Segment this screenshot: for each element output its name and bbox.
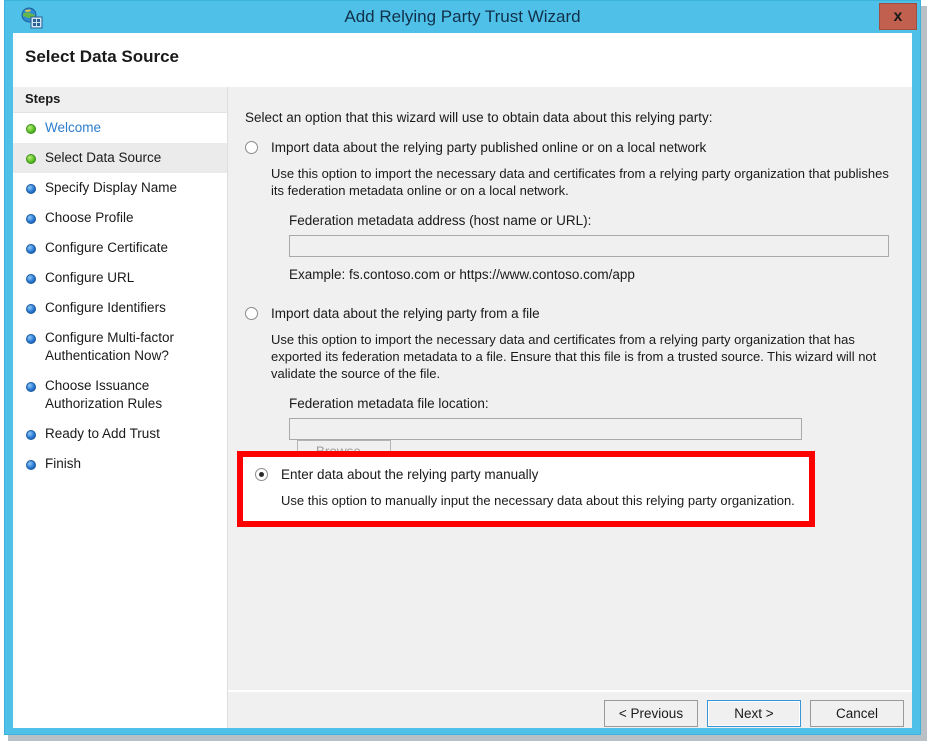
radio-label-import-file: Import data about the relying party from… xyxy=(271,306,540,321)
step-bullet-blue-icon xyxy=(26,382,36,392)
radio-import-file[interactable] xyxy=(245,307,258,320)
sidebar-item-choose-issuance-authorization-rules[interactable]: Choose Issuance Authorization Rules xyxy=(13,371,227,419)
steps-sidebar: Steps Welcome Select Data Source Specify… xyxy=(13,87,228,728)
radio-enter-manually[interactable] xyxy=(255,468,268,481)
sidebar-item-select-data-source[interactable]: Select Data Source xyxy=(13,143,227,173)
step-bullet-green-icon xyxy=(26,154,36,164)
highlight-annotation-box: Enter data about the relying party manua… xyxy=(237,451,815,527)
sidebar-item-label: Configure Identifiers xyxy=(45,300,166,315)
wizard-window: Add Relying Party Trust Wizard x Select … xyxy=(4,0,921,735)
sidebar-item-label: Welcome xyxy=(45,120,101,135)
option-import-file: Import data about the relying party from… xyxy=(245,305,893,463)
sidebar-item-label: Specify Display Name xyxy=(45,180,177,195)
option-enter-manually: Enter data about the relying party manua… xyxy=(255,466,795,509)
sidebar-item-configure-identifiers[interactable]: Configure Identifiers xyxy=(13,293,227,323)
step-bullet-blue-icon xyxy=(26,214,36,224)
steps-header: Steps xyxy=(13,87,227,113)
step-bullet-blue-icon xyxy=(26,430,36,440)
sidebar-item-specify-display-name[interactable]: Specify Display Name xyxy=(13,173,227,203)
window-drop-shadow-bottom xyxy=(8,735,925,741)
radio-label-enter-manually: Enter data about the relying party manua… xyxy=(281,467,538,482)
sidebar-item-label: Choose Issuance Authorization Rules xyxy=(45,378,162,411)
radio-label-import-online: Import data about the relying party publ… xyxy=(271,140,706,155)
sidebar-item-configure-url[interactable]: Configure URL xyxy=(13,263,227,293)
radio-row-import-online[interactable]: Import data about the relying party publ… xyxy=(245,139,893,157)
sidebar-item-label: Configure Multi-factor Authentication No… xyxy=(45,330,174,363)
steps-list: Welcome Select Data Source Specify Displ… xyxy=(13,113,227,479)
close-button[interactable]: x xyxy=(879,3,917,30)
window-title: Add Relying Party Trust Wizard xyxy=(5,1,920,33)
sidebar-item-configure-certificate[interactable]: Configure Certificate xyxy=(13,233,227,263)
sidebar-item-ready-to-add-trust[interactable]: Ready to Add Trust xyxy=(13,419,227,449)
description-enter-manually: Use this option to manually input the ne… xyxy=(255,492,795,509)
description-import-online: Use this option to import the necessary … xyxy=(245,165,893,199)
step-bullet-green-icon xyxy=(26,124,36,134)
federation-metadata-address-input[interactable] xyxy=(289,235,889,257)
step-bullet-blue-icon xyxy=(26,304,36,314)
sidebar-item-label: Choose Profile xyxy=(45,210,134,225)
sidebar-item-label: Configure Certificate xyxy=(45,240,168,255)
option-import-online: Import data about the relying party publ… xyxy=(245,139,893,282)
page-title: Select Data Source xyxy=(25,47,179,67)
title-bar[interactable]: Add Relying Party Trust Wizard x xyxy=(5,1,920,33)
previous-button[interactable]: < Previous xyxy=(604,700,698,727)
description-import-file: Use this option to import the necessary … xyxy=(245,331,893,382)
sidebar-item-welcome[interactable]: Welcome xyxy=(13,113,227,143)
label-federation-metadata-file-location: Federation metadata file location: xyxy=(245,396,893,411)
radio-import-online[interactable] xyxy=(245,141,258,154)
step-bullet-blue-icon xyxy=(26,244,36,254)
wizard-body: Steps Welcome Select Data Source Specify… xyxy=(13,87,912,728)
hint-metadata-address-example: Example: fs.contoso.com or https://www.c… xyxy=(245,267,893,282)
label-federation-metadata-address: Federation metadata address (host name o… xyxy=(245,213,893,228)
sidebar-item-label: Finish xyxy=(45,456,81,471)
step-bullet-blue-icon xyxy=(26,460,36,470)
sidebar-item-label: Select Data Source xyxy=(45,150,161,165)
wizard-header: Select Data Source xyxy=(13,33,912,87)
instruction-text: Select an option that this wizard will u… xyxy=(245,110,713,125)
sidebar-item-label: Configure URL xyxy=(45,270,134,285)
next-button[interactable]: Next > xyxy=(707,700,801,727)
sidebar-item-choose-profile[interactable]: Choose Profile xyxy=(13,203,227,233)
sidebar-item-finish[interactable]: Finish xyxy=(13,449,227,479)
main-pane: Select an option that this wizard will u… xyxy=(228,87,912,728)
options-content: Select an option that this wizard will u… xyxy=(228,87,912,691)
sidebar-item-label: Ready to Add Trust xyxy=(45,426,160,441)
window-drop-shadow-right xyxy=(921,6,927,741)
sidebar-item-configure-multifactor-authentication[interactable]: Configure Multi-factor Authentication No… xyxy=(13,323,227,371)
radio-row-enter-manually[interactable]: Enter data about the relying party manua… xyxy=(255,466,795,484)
footer-bar: < Previous Next > Cancel xyxy=(228,692,912,728)
step-bullet-blue-icon xyxy=(26,334,36,344)
federation-metadata-file-input[interactable] xyxy=(289,418,802,440)
cancel-button[interactable]: Cancel xyxy=(810,700,904,727)
field-row-metadata-address xyxy=(245,235,893,257)
step-bullet-blue-icon xyxy=(26,184,36,194)
steps-header-label: Steps xyxy=(25,91,60,106)
radio-row-import-file[interactable]: Import data about the relying party from… xyxy=(245,305,893,323)
step-bullet-blue-icon xyxy=(26,274,36,284)
